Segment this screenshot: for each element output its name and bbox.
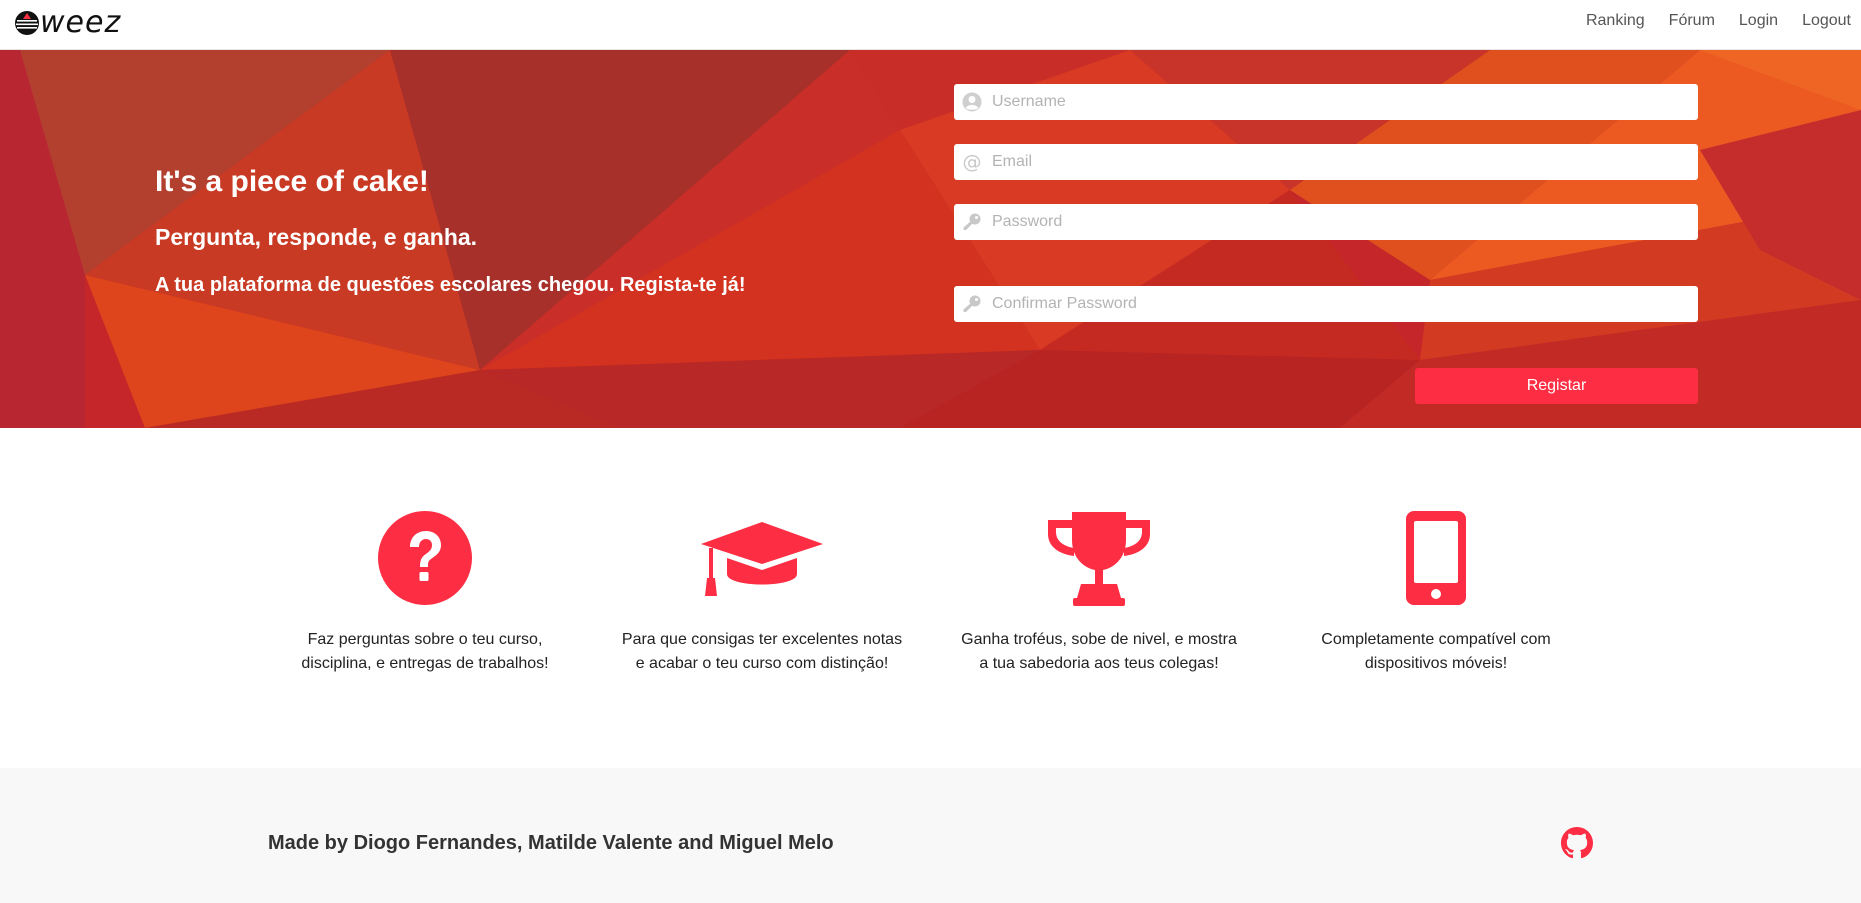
feature-grades: Para que consigas ter excelentes notas e … bbox=[617, 510, 907, 672]
nav-links: Ranking Fórum Login Logout bbox=[1562, 0, 1851, 42]
password-input[interactable] bbox=[992, 204, 1682, 240]
feature-mobile: Completamente compatível com dispositivos… bbox=[1291, 510, 1581, 672]
weez-logo-icon bbox=[15, 11, 39, 35]
logo-text: weez bbox=[40, 5, 122, 40]
key-icon bbox=[963, 295, 981, 312]
nav-forum[interactable]: Fórum bbox=[1669, 12, 1715, 30]
feature-questions: Faz perguntas sobre o teu curso, discipli… bbox=[280, 510, 570, 672]
graduation-cap-icon bbox=[701, 522, 823, 596]
feature-trophies-text: Ganha troféus, sobe de nivel, e mostra a … bbox=[961, 631, 1237, 672]
at-icon: @ bbox=[963, 152, 982, 172]
confirm-password-field bbox=[954, 286, 1698, 322]
logo[interactable]: weez bbox=[14, 8, 121, 38]
nav-logout[interactable]: Logout bbox=[1802, 12, 1851, 30]
confirm-password-input[interactable] bbox=[992, 286, 1682, 322]
username-field bbox=[954, 84, 1698, 120]
question-circle-icon bbox=[378, 511, 472, 605]
feature-grades-text: Para que consigas ter excelentes notas e … bbox=[621, 631, 903, 672]
svg-text:@: @ bbox=[963, 152, 982, 172]
hero-title: It's a piece of cake! bbox=[155, 165, 429, 198]
trophy-icon bbox=[1048, 512, 1150, 606]
username-input[interactable] bbox=[992, 84, 1682, 120]
nav-login[interactable]: Login bbox=[1739, 12, 1778, 30]
user-icon bbox=[962, 92, 982, 112]
feature-questions-text: Faz perguntas sobre o teu curso, discipli… bbox=[301, 631, 549, 672]
hero-tagline: A tua plataforma de questões escolares c… bbox=[155, 274, 746, 296]
feature-trophies: Ganha troféus, sobe de nivel, e mostra a … bbox=[954, 510, 1244, 672]
hero-subtitle: Pergunta, responde, e ganha. bbox=[155, 224, 478, 250]
register-button[interactable]: Registar bbox=[1415, 368, 1698, 404]
email-input[interactable] bbox=[992, 144, 1682, 180]
github-icon[interactable] bbox=[1561, 827, 1593, 859]
footer-credits: Made by Diogo Fernandes, Matilde Valente… bbox=[268, 832, 834, 854]
password-field bbox=[954, 204, 1698, 240]
mobile-phone-icon bbox=[1406, 511, 1466, 605]
email-field: @ bbox=[954, 144, 1698, 180]
navbar: weez Ranking Fórum Login Logout bbox=[0, 0, 1861, 50]
footer: Made by Diogo Fernandes, Matilde Valente… bbox=[0, 768, 1861, 903]
key-icon bbox=[963, 213, 981, 230]
hero-banner: It's a piece of cake! Pergunta, responde… bbox=[0, 50, 1861, 428]
feature-mobile-text: Completamente compatível com dispositivos… bbox=[1321, 631, 1551, 672]
nav-ranking[interactable]: Ranking bbox=[1586, 12, 1645, 30]
